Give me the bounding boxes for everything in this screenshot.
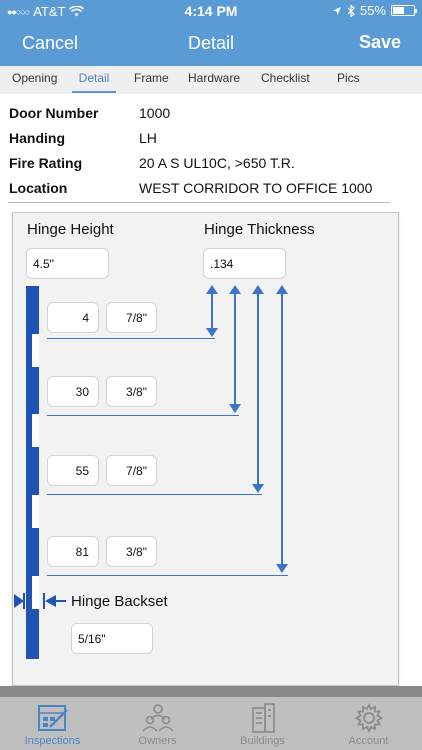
fire-rating-value: 20 A S UL10C, >650 T.R. — [139, 155, 295, 171]
tab-account-label: Account — [348, 735, 389, 747]
bluetooth-icon — [347, 4, 355, 17]
hinge-4-fraction-field[interactable]: 3/8" — [106, 536, 157, 567]
fire-rating-label: Fire Rating — [9, 155, 83, 171]
handing-label: Handing — [9, 130, 65, 146]
hinge-4-inches-field[interactable]: 81 — [47, 536, 99, 567]
gear-icon — [354, 702, 383, 734]
status-right: 55% — [332, 3, 417, 18]
battery-percent: 55% — [359, 3, 386, 18]
tab-inspections-label: Inspections — [24, 735, 81, 747]
hinge-3-fraction-field[interactable]: 7/8" — [106, 455, 157, 486]
hinge-2-inches-field[interactable]: 30 — [47, 376, 99, 407]
battery-icon — [391, 5, 417, 16]
backset-arrows — [14, 593, 66, 609]
tab-pics[interactable]: Pics — [337, 71, 360, 93]
hinge-1-fraction-field[interactable]: 7/8" — [106, 302, 157, 333]
top-bar: ●●○○○ AT&T 4:14 PM 55% Cancel Detail Sav… — [0, 0, 422, 66]
hinge-mortise-1 — [32, 334, 39, 367]
hinge-height-field[interactable]: 4.5" — [26, 248, 109, 279]
location-icon — [332, 6, 341, 15]
tab-checklist[interactable]: Checklist — [261, 71, 310, 93]
hinge-3-inches-field[interactable]: 55 — [47, 455, 99, 486]
hinge-height-label: Hinge Height — [27, 221, 114, 238]
bottom-strip — [0, 686, 422, 697]
tab-frame[interactable]: Frame — [134, 71, 169, 93]
hinge-1-inches-field[interactable]: 4 — [47, 302, 99, 333]
nav-bar: Cancel Detail Save — [0, 22, 422, 66]
bottom-tab-bar: Inspections Owners Buildings Account — [0, 686, 422, 750]
hinge-mortise-3 — [32, 495, 39, 528]
owners-icon — [141, 704, 174, 732]
hinge-thickness-label: Hinge Thickness — [204, 221, 315, 238]
door-details: Door Number 1000 Handing LH Fire Rating … — [9, 103, 389, 203]
tab-detail[interactable]: Detail — [72, 71, 116, 93]
hinge-mortise-2 — [32, 414, 39, 447]
hinge-distance-arrows — [206, 285, 288, 573]
detail-row-door-number: Door Number 1000 — [9, 103, 389, 128]
hinge-backset-label: Hinge Backset — [71, 593, 168, 610]
hinge-backset-field[interactable]: 5/16" — [71, 623, 153, 654]
detail-row-fire-rating: Fire Rating 20 A S UL10C, >650 T.R. — [9, 153, 389, 178]
tab-hardware[interactable]: Hardware — [188, 71, 240, 93]
handing-value: LH — [139, 130, 157, 146]
status-bar: ●●○○○ AT&T 4:14 PM 55% — [0, 0, 422, 22]
tab-owners-label: Owners — [138, 735, 177, 747]
tab-owners[interactable]: Owners — [105, 698, 210, 750]
location-label: Location — [9, 180, 68, 196]
location-value: WEST CORRIDOR TO OFFICE 1000 — [139, 180, 373, 196]
inspections-icon — [37, 705, 68, 731]
hinge-1-line — [47, 338, 215, 339]
door-number-value: 1000 — [139, 105, 171, 121]
hinge-2-fraction-field[interactable]: 3/8" — [106, 376, 157, 407]
tab-buildings-label: Buildings — [240, 735, 285, 747]
tab-buildings[interactable]: Buildings — [210, 698, 315, 750]
door-number-label: Door Number — [9, 105, 99, 121]
section-tabs: Opening Detail Frame Hardware Checklist … — [0, 66, 422, 94]
tab-opening[interactable]: Opening — [12, 71, 57, 93]
details-divider — [8, 202, 390, 203]
tab-inspections[interactable]: Inspections — [0, 698, 105, 750]
tab-account[interactable]: Account — [316, 698, 421, 750]
detail-row-location: Location WEST CORRIDOR TO OFFICE 1000 — [9, 178, 389, 203]
save-button[interactable]: Save — [359, 32, 401, 53]
hinge-thickness-field[interactable]: .134 — [203, 248, 286, 279]
buildings-icon — [251, 703, 275, 733]
detail-screen: ●●○○○ AT&T 4:14 PM 55% Cancel Detail Sav… — [0, 0, 422, 750]
detail-row-handing: Handing LH — [9, 128, 389, 153]
battery-fill — [393, 7, 404, 14]
